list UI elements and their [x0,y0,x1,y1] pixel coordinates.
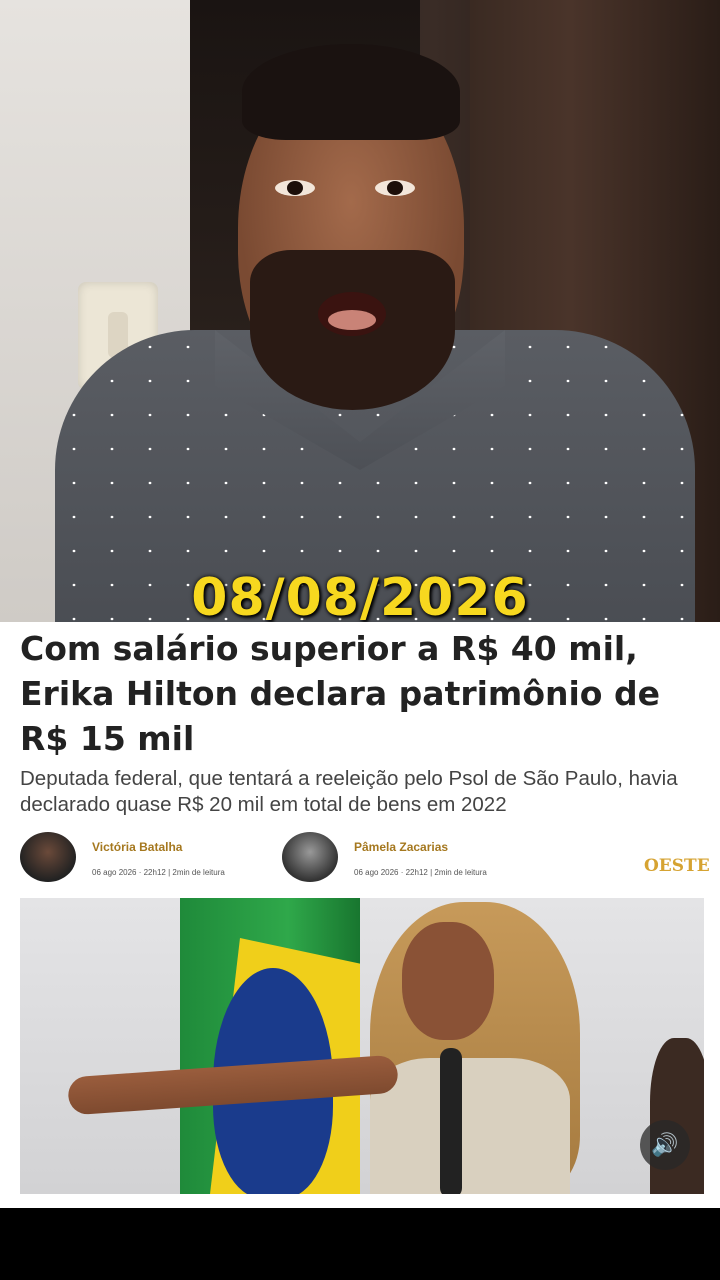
date-overlay: 08/08/2026 [191,568,529,622]
presenter-hair [242,44,460,140]
author-name: Pâmela Zacarias [354,840,449,854]
author-meta: 06 ago 2026 · 22h12 | 2min de leitura [92,868,225,877]
speaker-icon[interactable]: 🔊 [640,1120,690,1170]
background-person [650,1038,704,1194]
article-headline: Com salário superior a R$ 40 mil, Erika … [20,629,660,758]
brand-logo: OESTE [644,856,710,876]
avatar [282,832,338,882]
presenter-right-eye [375,180,415,196]
author-name: Victória Batalha [92,840,183,854]
bottom-bar [0,1208,720,1280]
speaker-face [402,922,494,1040]
author-meta: 06 ago 2026 · 22h12 | 2min de leitura [354,868,487,877]
presenter-left-eye [275,180,315,196]
speaker-top [370,1058,570,1194]
presenter-mouth [318,292,386,336]
article-photo: 🔊 [20,898,704,1194]
article-subtitle: Deputada federal, que tentará a reeleiçã… [20,767,678,816]
article-card: Com salário superior a R$ 40 mil, Erika … [0,622,720,1208]
microphone [440,1048,462,1194]
video-frame[interactable]: 08/08/2026 [0,0,720,622]
avatar [20,832,76,882]
